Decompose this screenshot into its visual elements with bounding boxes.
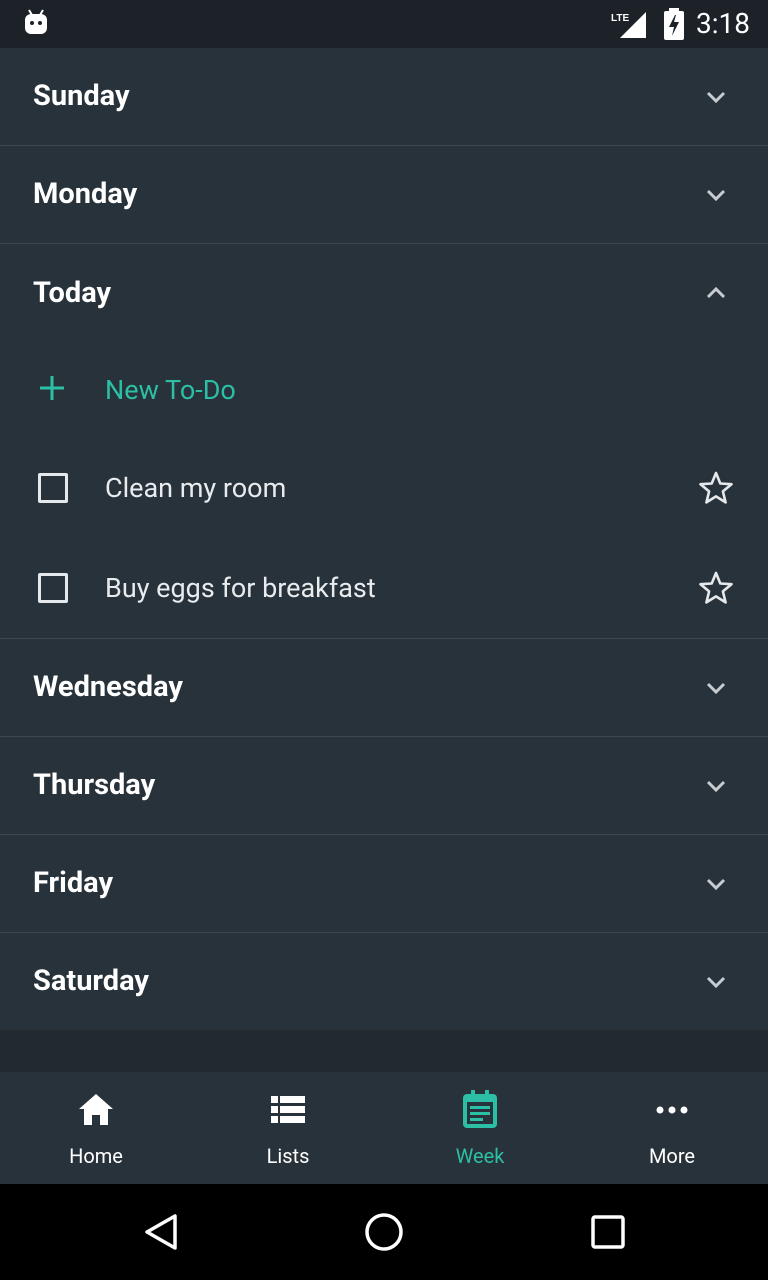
day-label: Monday (33, 177, 138, 211)
android-robot-icon (25, 9, 47, 34)
star-icon[interactable] (698, 470, 734, 506)
chevron-down-icon (706, 189, 726, 202)
todo-checkbox[interactable] (38, 473, 68, 503)
recents-icon[interactable] (590, 1214, 626, 1250)
nav-label: More (648, 1144, 696, 1168)
chevron-down-icon (706, 878, 726, 891)
day-row-monday[interactable]: Monday (0, 146, 768, 244)
todo-item: Clean my room (0, 438, 768, 538)
nav-lists[interactable]: Lists (192, 1072, 384, 1184)
nav-home[interactable]: Home (0, 1072, 192, 1184)
day-row-saturday[interactable]: Saturday (0, 933, 768, 1030)
battery-charging-icon (664, 8, 684, 40)
chevron-down-icon (706, 91, 726, 104)
status-bar: LTE 3:18 (0, 0, 768, 48)
day-label: Wednesday (33, 670, 183, 704)
chevron-down-icon (706, 682, 726, 695)
todo-text[interactable]: Buy eggs for breakfast (105, 538, 376, 638)
back-icon[interactable] (142, 1212, 180, 1252)
todo-item: Buy eggs for breakfast (0, 538, 768, 638)
nav-more[interactable]: More (576, 1072, 768, 1184)
week-list: Sunday Monday Today New To-Do Clean my r… (0, 48, 768, 1030)
svg-text:LTE: LTE (611, 13, 629, 24)
home-circle-icon[interactable] (364, 1212, 404, 1252)
more-icon (656, 1106, 688, 1114)
bottom-nav: Home Lists Week More (0, 1072, 768, 1184)
day-section-today: Today New To-Do Clean my room Buy eggs f… (0, 244, 768, 639)
todo-checkbox[interactable] (38, 573, 68, 603)
chevron-up-icon (706, 286, 726, 299)
home-icon (79, 1094, 113, 1125)
day-label: Today (33, 276, 112, 310)
nav-week[interactable]: Week (384, 1072, 576, 1184)
day-label: Thursday (33, 768, 156, 802)
nav-label: Week (455, 1144, 505, 1168)
day-row-sunday[interactable]: Sunday (0, 48, 768, 146)
day-label: Sunday (33, 79, 130, 113)
day-row-friday[interactable]: Friday (0, 835, 768, 933)
chevron-down-icon (706, 976, 726, 989)
todo-text[interactable]: Clean my room (105, 438, 286, 538)
calendar-icon (463, 1090, 497, 1128)
lte-signal-icon: LTE (611, 12, 646, 38)
day-row-wednesday[interactable]: Wednesday (0, 639, 768, 737)
list-icon (271, 1096, 305, 1123)
chevron-down-icon (706, 780, 726, 793)
new-todo-button[interactable]: New To-Do (0, 342, 768, 438)
status-time: 3:18 (696, 7, 750, 40)
day-row-thursday[interactable]: Thursday (0, 737, 768, 835)
day-row-today[interactable]: Today (0, 244, 768, 342)
nav-label: Lists (266, 1144, 310, 1168)
day-label: Friday (33, 866, 114, 900)
nav-label: Home (69, 1144, 123, 1168)
plus-icon (40, 376, 64, 400)
new-todo-label: New To-Do (105, 374, 236, 406)
system-nav-bar (0, 1184, 768, 1280)
star-icon[interactable] (698, 570, 734, 606)
day-label: Saturday (33, 964, 150, 998)
